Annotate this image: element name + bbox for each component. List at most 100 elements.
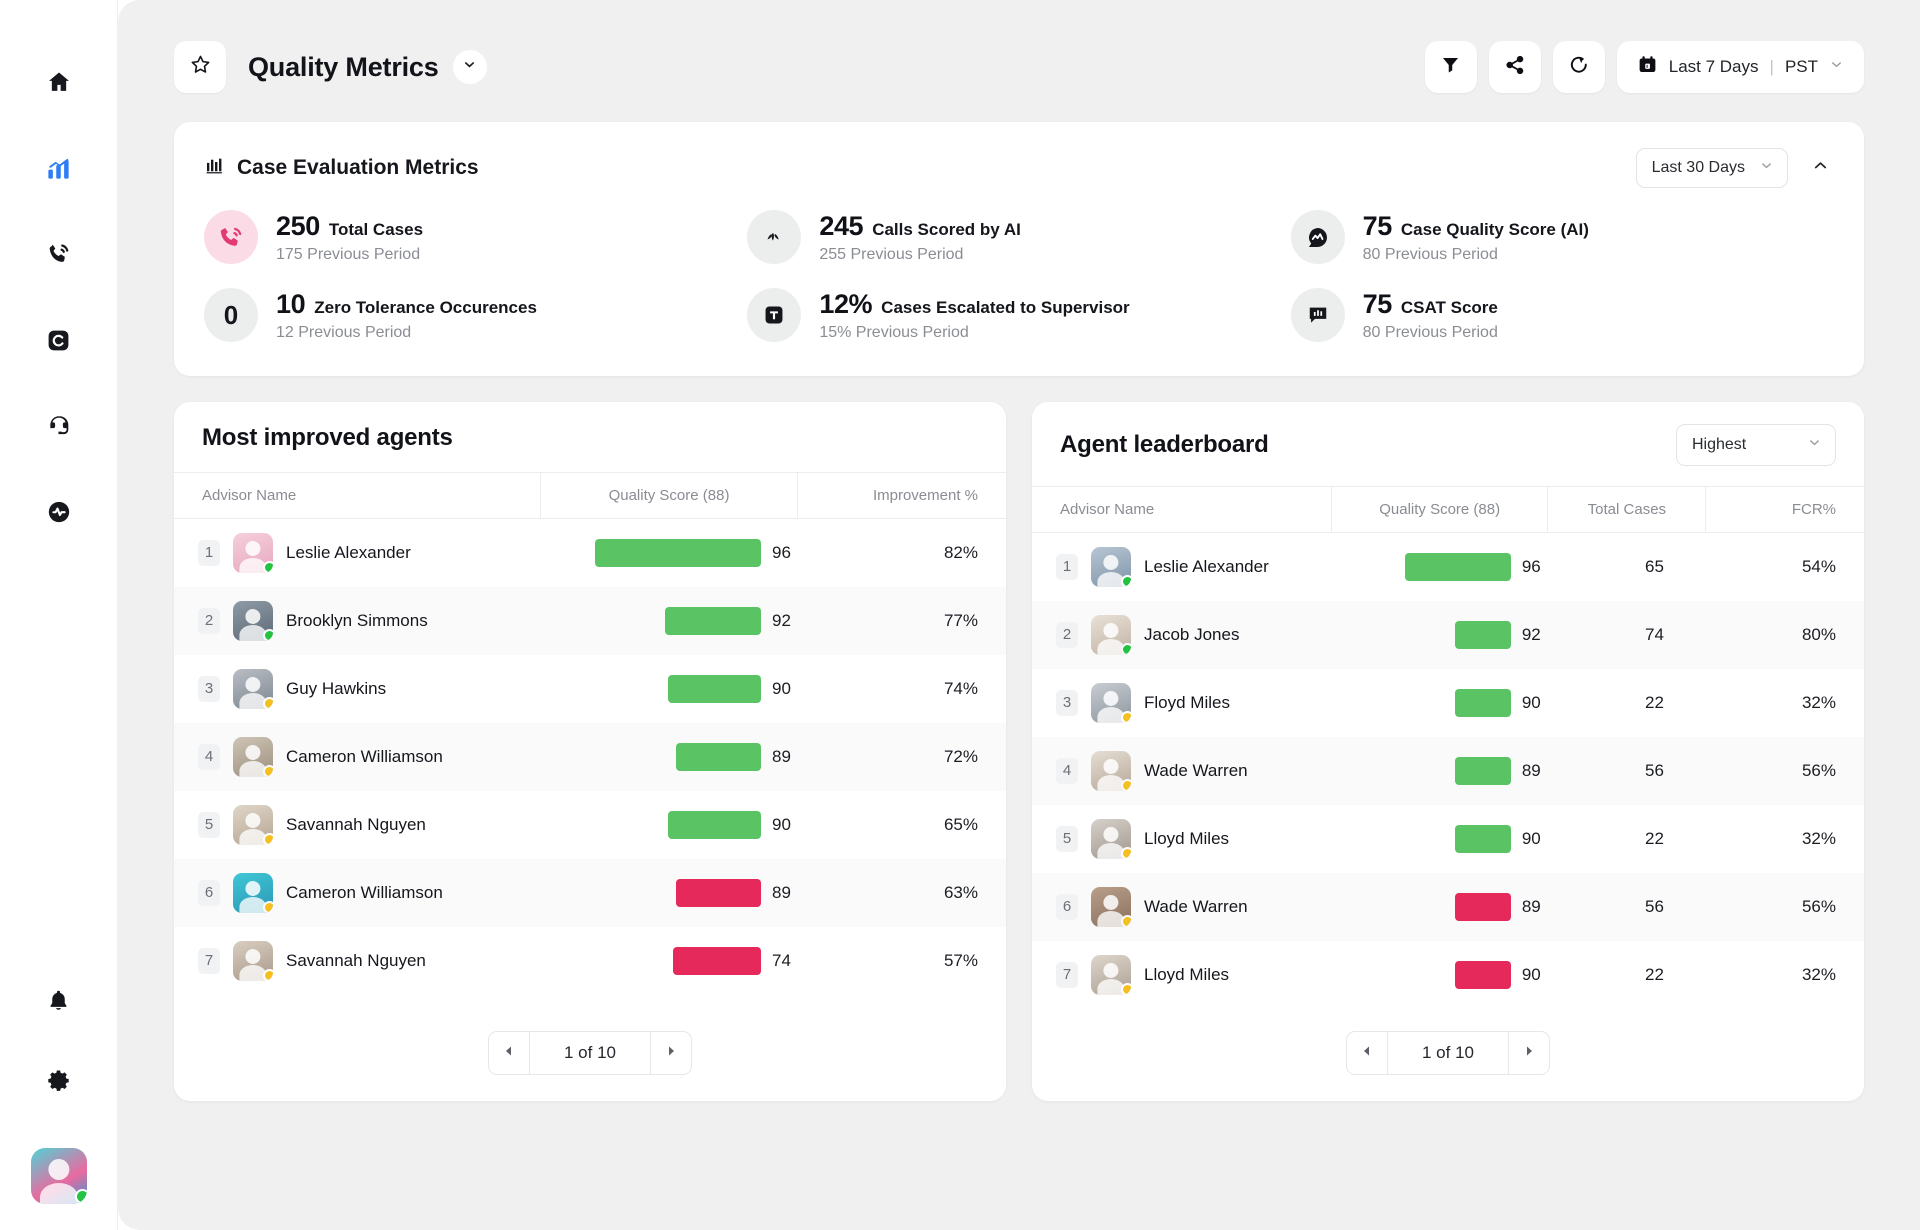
col-total-cases[interactable]: Total Cases [1548,487,1706,533]
most-improved-header: Most improved agents [174,402,1006,472]
pagination-next-button[interactable] [1509,1032,1549,1074]
most-improved-table: Advisor Name Quality Score (88) Improvem… [174,472,1006,995]
metric-previous: 80 Previous Period [1363,324,1498,342]
favorite-button[interactable] [174,41,226,93]
date-range-picker[interactable]: Last 7 Days | PST [1617,41,1864,93]
improvement-value: 72% [798,723,1006,791]
table-row[interactable]: 5 Savannah Nguyen 90 65% [174,791,1006,859]
sidebar-item-support[interactable] [37,406,81,446]
export-button[interactable] [1553,41,1605,93]
page-title-dropdown[interactable] [453,50,487,84]
table-row[interactable]: 5 Lloyd Miles 90 22 32% [1032,805,1864,873]
score-value: 89 [772,747,798,767]
score-value: 90 [772,815,798,835]
phone-call-icon [46,241,72,267]
tables-row: Most improved agents Advisor Name Qualit… [174,402,1864,1101]
page-title: Quality Metrics [248,52,439,83]
metrics-period-select[interactable]: Last 30 Days [1636,148,1788,188]
table-row[interactable]: 1 Leslie Alexander 96 82% [174,519,1006,587]
table-row[interactable]: 3 Guy Hawkins 90 74% [174,655,1006,723]
avatar [1091,547,1131,587]
table-row[interactable]: 4 Wade Warren 89 56 56% [1032,737,1864,805]
table-row[interactable]: 2 Brooklyn Simmons 92 77% [174,587,1006,655]
fcr-value: 32% [1706,805,1864,873]
avatar [1091,887,1131,927]
sidebar-item-notifications[interactable] [37,980,81,1020]
table-row[interactable]: 7 Savannah Nguyen 74 57% [174,927,1006,995]
metrics-card-header: Case Evaluation Metrics Last 30 Days [204,148,1834,188]
col-fcr[interactable]: FCR% [1706,487,1864,533]
metrics-card-controls: Last 30 Days [1636,148,1834,188]
chevron-down-icon [1759,158,1774,178]
date-range-separator: | [1770,57,1774,77]
avatar [233,873,273,913]
score-value: 90 [1522,829,1548,849]
sidebar-item-coaching[interactable] [37,320,81,360]
metric-tile-case-quality-score: 75 Case Quality Score (AI) 80 Previous P… [1291,210,1834,264]
metric-previous: 255 Previous Period [819,246,1021,264]
t-square-icon [747,288,801,342]
table-row[interactable]: 3 Floyd Miles 90 22 32% [1032,669,1864,737]
agent-name: Jacob Jones [1144,625,1239,645]
row-rank: 7 [1056,962,1078,988]
status-badge [263,969,273,981]
pagination-prev-button[interactable] [489,1032,529,1074]
filter-button[interactable] [1425,41,1477,93]
metric-label: Total Cases [329,220,423,240]
col-advisor-name[interactable]: Advisor Name [1032,487,1332,533]
score-bar [668,811,761,839]
score-bar [676,879,761,907]
avatar [233,805,273,845]
pagination-next-button[interactable] [651,1032,691,1074]
agent-name: Wade Warren [1144,761,1248,781]
improvement-value: 57% [798,927,1006,995]
metric-value: 250 [276,211,320,242]
page-toolbar: Quality Metrics [174,36,1864,98]
score-bar [673,947,761,975]
zero-icon: 0 [204,288,258,342]
share-button[interactable] [1489,41,1541,93]
sidebar-item-activity[interactable] [37,492,81,532]
avatar [233,601,273,641]
score-value: 89 [1522,897,1548,917]
score-bar [595,539,761,567]
star-outline-icon [189,53,212,81]
status-badge [75,1189,87,1204]
metric-tiles: 250 Total Cases 175 Previous Period [204,210,1834,342]
col-quality-score[interactable]: Quality Score (88) [540,473,798,519]
col-quality-score[interactable]: Quality Score (88) [1332,487,1548,533]
table-row[interactable]: 4 Cameron Williamson 89 72% [174,723,1006,791]
improvement-value: 82% [798,519,1006,587]
col-improvement[interactable]: Improvement % [798,473,1006,519]
sidebar-primary-nav [37,62,81,532]
sidebar-item-calls[interactable] [37,234,81,274]
metrics-collapse-toggle[interactable] [1806,154,1834,182]
avatar[interactable] [31,1148,87,1204]
sidebar-item-settings[interactable] [37,1060,81,1100]
most-improved-title: Most improved agents [202,424,453,452]
sidebar-secondary-nav [31,980,87,1204]
table-header-row: Advisor Name Quality Score (88) Improvem… [174,473,1006,519]
table-row[interactable]: 7 Lloyd Miles 90 22 32% [1032,941,1864,1009]
leaderboard-sort-value: Highest [1692,436,1746,454]
avatar [233,533,273,573]
row-rank: 1 [198,540,220,566]
table-row[interactable]: 2 Jacob Jones 92 74 80% [1032,601,1864,669]
triangle-right-icon [665,1044,677,1062]
table-row[interactable]: 6 Cameron Williamson 89 63% [174,859,1006,927]
table-row[interactable]: 6 Wade Warren 89 56 56% [1032,873,1864,941]
metric-value: 12% [819,289,872,320]
score-value: 89 [1522,761,1548,781]
sidebar-item-home[interactable] [37,62,81,102]
leaderboard-sort-select[interactable]: Highest [1676,424,1836,466]
pagination-prev-button[interactable] [1347,1032,1387,1074]
leaderboard-title: Agent leaderboard [1060,431,1269,459]
home-icon [46,69,72,95]
table-row[interactable]: 1 Leslie Alexander 96 65 54% [1032,533,1864,601]
col-advisor-name[interactable]: Advisor Name [174,473,540,519]
triangle-left-icon [503,1044,515,1062]
total-cases-value: 22 [1548,669,1706,737]
total-cases-value: 65 [1548,533,1706,601]
sidebar-item-analytics[interactable] [37,148,81,188]
status-badge [263,697,273,709]
